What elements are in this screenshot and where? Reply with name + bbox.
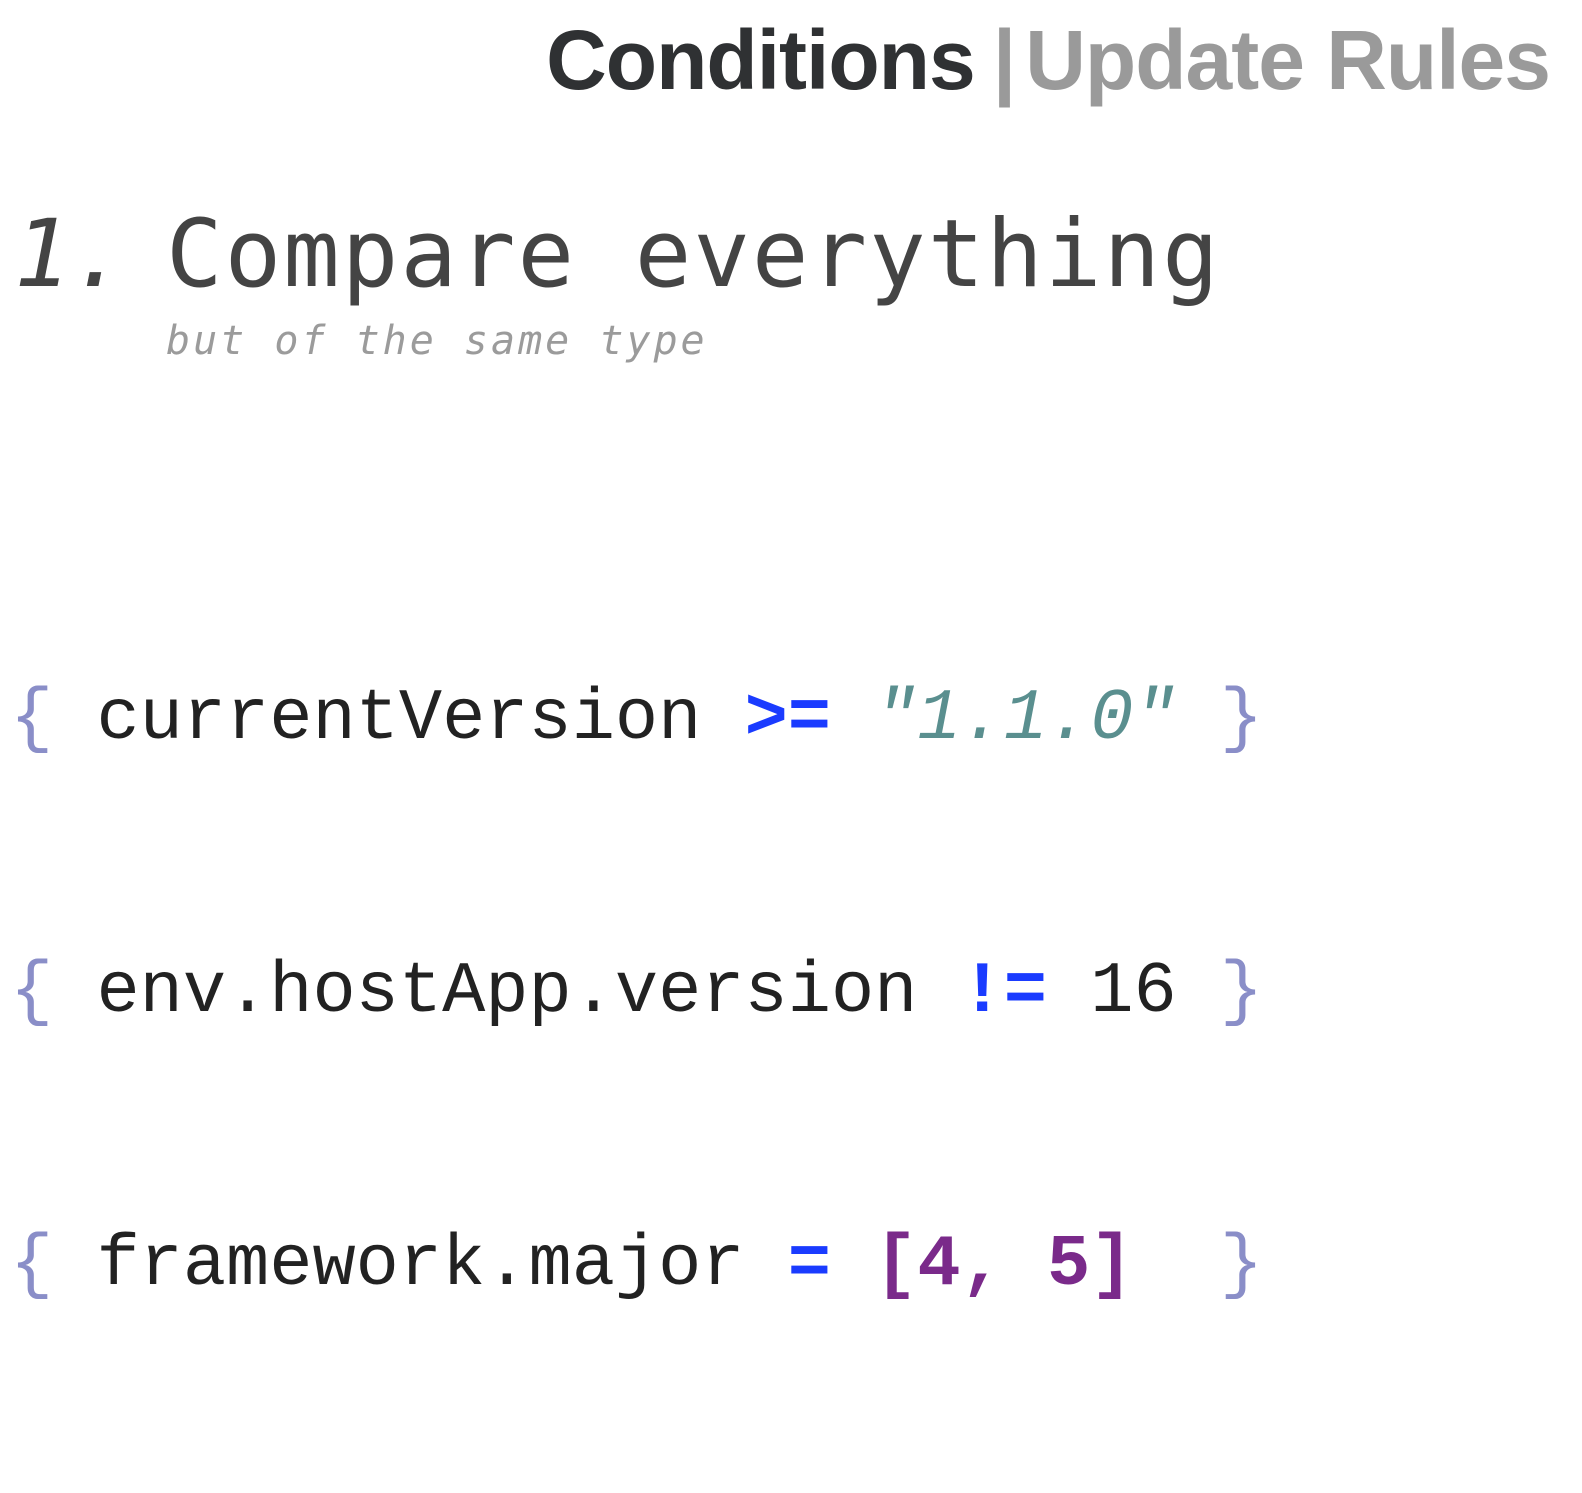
code-line: { currentVersion >= "1.1.0" }	[10, 674, 1263, 765]
header-separator: |	[992, 13, 1017, 107]
slide: Conditions | Update Rules 1. Compare everyt…	[0, 0, 1582, 1306]
code-block: { currentVersion >= "1.1.0" } { env.host…	[10, 492, 1263, 1493]
code-line: { framework.major = [4, 5] }	[10, 1220, 1263, 1311]
code-value: 16	[1090, 951, 1177, 1033]
code-operator: >=	[744, 678, 831, 760]
code-variable: env.hostApp.version	[96, 951, 918, 1033]
open-brace: {	[10, 951, 54, 1033]
section-number: 1.	[14, 200, 128, 309]
code-value: "1.1.0"	[874, 678, 1177, 760]
close-brace: }	[1219, 678, 1264, 760]
code-variable: currentVersion	[96, 678, 702, 760]
close-brace: }	[1219, 1224, 1264, 1306]
header-active-label: Conditions	[546, 13, 976, 107]
header-title: Conditions | Update Rules	[546, 18, 1551, 102]
open-brace: {	[10, 678, 54, 760]
header-inactive-label: Update Rules	[1025, 13, 1551, 107]
code-line: { env.hostApp.version != 16 }	[10, 947, 1263, 1038]
section-title: Compare everything	[166, 200, 1221, 309]
code-operator: !=	[960, 951, 1048, 1033]
close-brace: }	[1219, 951, 1264, 1033]
code-value: [4, 5]	[874, 1224, 1134, 1306]
open-brace: {	[10, 1224, 54, 1306]
section-subtitle: but of the same type	[166, 318, 708, 364]
code-operator: =	[787, 1224, 831, 1306]
code-variable: framework.major	[96, 1224, 745, 1306]
section-heading: 1. Compare everything	[14, 200, 1221, 309]
